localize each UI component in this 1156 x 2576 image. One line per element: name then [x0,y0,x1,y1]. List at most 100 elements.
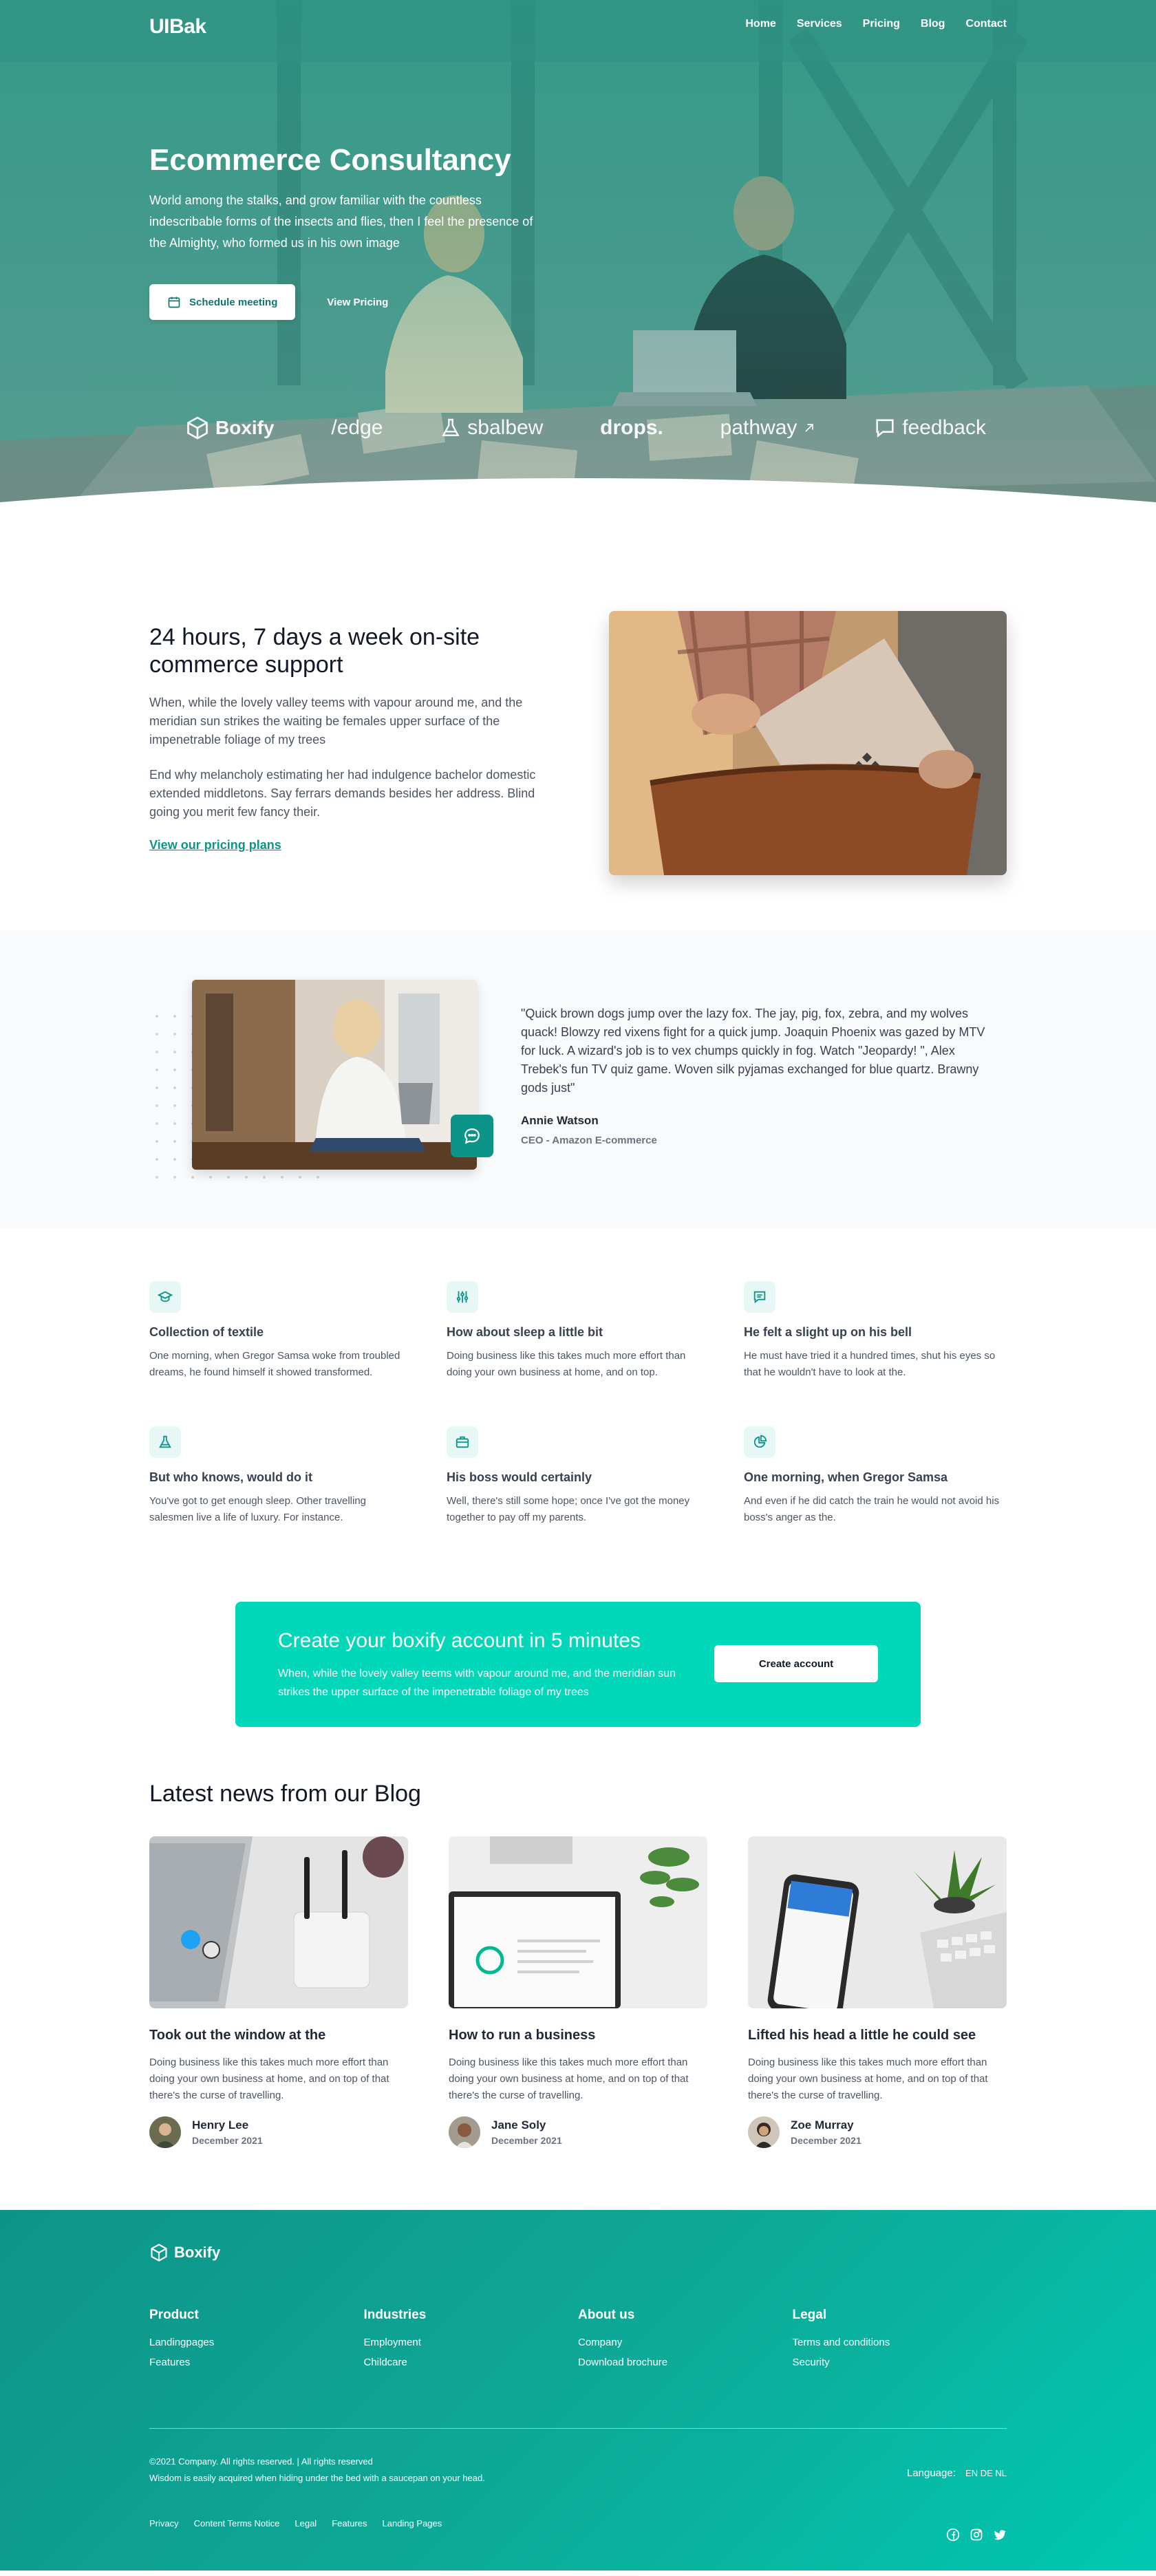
support-paragraph-1: When, while the lovely valley teems with… [149,696,523,747]
footer-link-childcare[interactable]: Childcare [364,2357,579,2368]
brand-drops-label: drops. [600,416,663,439]
nav-pricing[interactable]: Pricing [863,18,900,30]
footer-logo-label: Boxify [174,2244,221,2261]
footer-column-title: Industries [363,2308,427,2322]
footer-link-security[interactable]: Security [793,2357,1007,2368]
top-navigation: UIBak Home Services Pricing Blog Contact [149,15,1007,39]
quote-text: "Quick brown dogs jump over the lazy fox… [521,1007,985,1095]
nav-services[interactable]: Services [797,18,842,30]
flask-icon [442,418,460,436]
brand-sbalbew-label: sbalbew [467,416,544,439]
feature-item: One morning, when Gregor Samsa And even … [744,1426,1007,1526]
nav-links: Home Services Pricing Blog Contact [745,18,1007,30]
footer-divider [149,2428,1007,2429]
hero-title: Ecommerce Consultancy [149,143,511,177]
language-label: Language: [906,2467,956,2479]
avatar [449,2116,480,2148]
footer-link-content-terms[interactable]: Content Terms Notice [194,2518,280,2529]
feature-description: Doing business like this takes much more… [447,1350,686,1378]
feature-title: Collection of textile [149,1325,264,1339]
feature-description: One morning, when Gregor Samsa woke from… [149,1350,400,1378]
hero-section: UIBak Home Services Pricing Blog Contact… [0,0,1156,523]
blog-title: Latest news from our Blog [149,1781,421,1807]
hero-buttons: Schedule meeting View Pricing [149,284,388,320]
brand-edge: /edge [331,416,383,440]
footer-link-features-bottom[interactable]: Features [332,2518,367,2529]
support-title: 24 hours, 7 days a week on-site commerce… [149,624,480,678]
footer-logo[interactable]: Boxify [149,2243,220,2262]
feature-title: But who knows, would do it [149,1470,312,1484]
blog-post-title[interactable]: Lifted his head a little he could see [748,2028,1007,2043]
blog-post-title[interactable]: How to run a business [449,2028,707,2043]
feature-description: You've got to get enough sleep. Other tr… [149,1495,367,1523]
support-text: 24 hours, 7 days a week on-site commerce… [149,611,548,875]
features-section: Collection of textile One morning, when … [0,1229,1156,1552]
quote-chat-badge [451,1115,493,1157]
blog-author: Jane Soly December 2021 [449,2116,707,2148]
graduation-cap-icon [149,1281,181,1313]
create-account-button[interactable]: Create account [714,1645,878,1682]
cube-icon [187,416,208,440]
message-icon [744,1281,775,1313]
footer-link-features[interactable]: Features [149,2357,364,2368]
post-date: December 2021 [192,2135,263,2146]
instagram-icon[interactable] [970,2528,983,2542]
blog-post-title[interactable]: Took out the window at the [149,2028,408,2043]
chat-icon [464,1128,480,1144]
footer-column-title: About us [578,2308,635,2322]
testimonial-quote: "Quick brown dogs jump over the lazy fox… [521,1005,996,1146]
language-codes[interactable]: EN DE NL [965,2468,1007,2478]
footer-column-product: Product Landingpages Features [149,2308,364,2376]
nav-contact[interactable]: Contact [965,18,1007,30]
feature-title: How about sleep a little bit [447,1325,603,1339]
blog-post-excerpt: Doing business like this takes much more… [748,2057,988,2101]
copyright-text: ©2021 Company. All rights reserved. | Al… [149,2456,373,2467]
view-pricing-button[interactable]: View Pricing [327,297,388,308]
brand-boxify: Boxify [185,416,275,440]
schedule-meeting-label: Schedule meeting [189,296,278,308]
features-grid: Collection of textile One morning, when … [149,1281,1007,1526]
footer-link-privacy[interactable]: Privacy [149,2518,179,2529]
brand-pathway: pathway [720,416,817,440]
footer-link-terms[interactable]: Terms and conditions [793,2337,1007,2348]
blog-card[interactable]: How to run a business Doing business lik… [449,1836,707,2148]
footer-column-industries: Industries Employment Childcare [364,2308,579,2376]
laptop-dashboard-photo [449,1836,707,2008]
feature-title: He felt a slight up on his bell [744,1325,912,1339]
support-image [609,611,1007,875]
nav-blog[interactable]: Blog [921,18,945,30]
brand-edge-label: /edge [331,416,383,439]
calendar-icon [168,297,180,308]
testimonial-section: "Quick brown dogs jump over the lazy fox… [0,930,1156,1229]
router-laptop-photo [149,1836,408,2008]
blog-card[interactable]: Lifted his head a little he could see Do… [748,1836,1007,2148]
schedule-meeting-button[interactable]: Schedule meeting [149,284,296,320]
feature-title: One morning, when Gregor Samsa [744,1470,948,1484]
footer-link-employment[interactable]: Employment [364,2337,579,2348]
footer-column-title: Legal [792,2308,827,2322]
blog-card[interactable]: Took out the window at the Doing busines… [149,1836,408,2148]
footer-link-landingpages[interactable]: Landingpages [149,2337,364,2348]
footer-link-download-brochure[interactable]: Download brochure [578,2357,793,2368]
support-section: 24 hours, 7 days a week on-site commerce… [0,523,1156,930]
post-date: December 2021 [491,2135,562,2146]
footer-column-about: About us Company Download brochure [578,2308,793,2376]
avatar [748,2116,780,2148]
footer-link-company[interactable]: Company [578,2337,793,2348]
language-selector[interactable]: Language: EN DE NL [907,2467,1007,2479]
post-date: December 2021 [791,2135,861,2146]
footer-link-legal[interactable]: Legal [295,2518,317,2529]
nav-home[interactable]: Home [745,18,775,30]
blog-post-excerpt: Doing business like this takes much more… [149,2057,389,2101]
facebook-icon[interactable] [946,2528,960,2542]
blog-image [149,1836,408,2008]
view-pricing-plans-link[interactable]: View our pricing plans [149,838,281,852]
footer-link-landing-pages[interactable]: Landing Pages [383,2518,442,2529]
brand-boxify-label: Boxify [215,417,275,438]
brand-pathway-label: pathway [720,416,798,439]
twitter-icon[interactable] [993,2528,1007,2542]
brand-feedback: feedback [873,416,986,440]
feature-item: How about sleep a little bit Doing busin… [447,1281,709,1381]
feature-title: His boss would certainly [447,1470,592,1484]
footer-bottom-links: Privacy Content Terms Notice Legal Featu… [149,2518,442,2529]
